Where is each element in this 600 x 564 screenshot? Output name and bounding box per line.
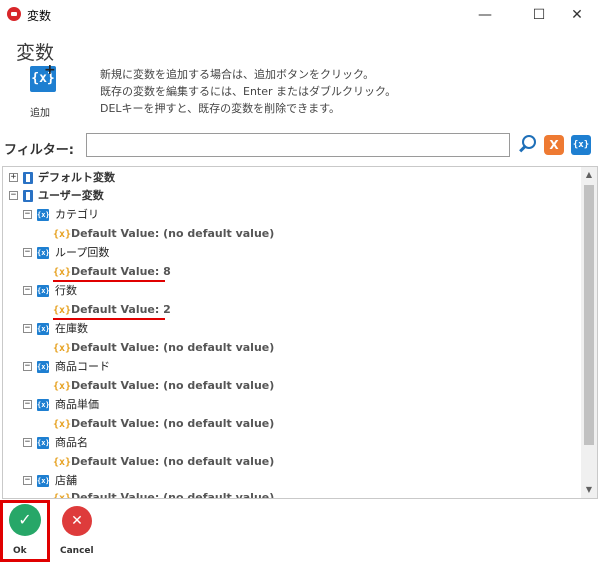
- variable-name: ループ回数: [55, 246, 110, 259]
- collapse-icon[interactable]: −: [23, 438, 32, 447]
- default-value-icon: {x}: [53, 419, 72, 430]
- variable-icon: {x}: [37, 437, 50, 449]
- tree-default-value[interactable]: {x} Default Value: (no default value): [53, 225, 553, 243]
- tree-variable-item[interactable]: − {x} 商品単価: [23, 396, 563, 414]
- variable-filter-icon[interactable]: {x}: [571, 135, 591, 155]
- help-line: DELキーを押すと、既存の変数を削除できます。: [100, 102, 341, 115]
- default-value-text: Default Value: (no default value): [71, 491, 275, 499]
- collapse-icon[interactable]: −: [23, 476, 32, 485]
- variable-name: 行数: [55, 284, 77, 297]
- add-variable-button[interactable]: {x} + 追加: [24, 62, 64, 120]
- variable-icon: {x}: [37, 323, 50, 335]
- minimize-button[interactable]: —: [462, 0, 508, 30]
- tree-variable-item[interactable]: − {x} ループ回数: [23, 244, 563, 262]
- plus-icon: +: [44, 62, 56, 78]
- help-line: 新規に変数を追加する場合は、追加ボタンをクリック。: [100, 68, 375, 81]
- variable-icon: {x}: [37, 399, 50, 411]
- collapse-icon[interactable]: −: [23, 286, 32, 295]
- default-value-icon: {x}: [53, 381, 72, 392]
- close-button[interactable]: ✕: [554, 0, 600, 30]
- variable-name: 商品名: [55, 436, 88, 449]
- tree-default-value[interactable]: {x} Default Value: (no default value): [53, 453, 553, 471]
- tree-group-label: ユーザー変数: [38, 189, 104, 202]
- variable-name: カテゴリ: [55, 208, 99, 221]
- tree-group-default[interactable]: + デフォルト変数: [9, 169, 569, 187]
- clear-filter-icon[interactable]: X: [544, 135, 564, 155]
- default-value-icon: {x}: [53, 493, 72, 499]
- collapse-icon[interactable]: −: [23, 324, 32, 333]
- default-value-text: Default Value: 8: [71, 265, 171, 278]
- tree-default-value[interactable]: {x} Default Value: (no default value): [53, 415, 553, 433]
- tree-variable-item[interactable]: − {x} 在庫数: [23, 320, 563, 338]
- tree-default-value[interactable]: {x} Default Value: (no default value): [53, 377, 553, 395]
- default-value-text: Default Value: (no default value): [71, 379, 275, 392]
- variable-name: 商品コード: [55, 360, 110, 373]
- variable-tree[interactable]: + デフォルト変数 − ユーザー変数 − {x} カテゴリ {x} Defaul…: [2, 166, 598, 499]
- help-line: 既存の変数を編集するには、Enter またはダブルクリック。: [100, 85, 397, 98]
- tree-variable-item[interactable]: − {x} 店舗: [23, 472, 563, 490]
- variable-icon: {x}: [37, 285, 50, 297]
- folder-icon: [23, 172, 33, 184]
- default-value-text: Default Value: (no default value): [71, 417, 275, 430]
- tree-default-value[interactable]: {x} Default Value: (no default value): [53, 339, 553, 357]
- scrollbar-thumb[interactable]: [584, 185, 594, 445]
- ok-label: Ok: [13, 546, 27, 556]
- cancel-button[interactable]: ✕: [62, 506, 92, 536]
- app-icon: [7, 7, 21, 21]
- vertical-scrollbar[interactable]: ▲ ▼: [581, 167, 597, 498]
- filter-input[interactable]: [86, 133, 510, 157]
- collapse-icon[interactable]: −: [23, 210, 32, 219]
- default-value-icon: {x}: [53, 229, 72, 240]
- collapse-icon[interactable]: −: [23, 362, 32, 371]
- add-label: 追加: [30, 108, 50, 119]
- tree-default-value[interactable]: {x} Default Value: (no default value): [53, 489, 553, 499]
- variable-icon: {x}: [37, 209, 50, 221]
- page-title: 変数: [16, 42, 55, 64]
- window-title: 変数: [27, 9, 52, 23]
- collapse-icon[interactable]: −: [9, 191, 18, 200]
- cancel-label: Cancel: [60, 546, 94, 556]
- tree-variable-item[interactable]: − {x} 商品コード: [23, 358, 563, 376]
- title-bar: 変数 — ☐ ✕: [0, 0, 600, 30]
- default-value-text: Default Value: (no default value): [71, 341, 275, 354]
- default-value-text: Default Value: (no default value): [71, 455, 275, 468]
- ok-button[interactable]: ✓: [9, 504, 41, 536]
- variable-name: 在庫数: [55, 322, 88, 335]
- search-icon[interactable]: [518, 134, 538, 156]
- default-value-icon: {x}: [53, 457, 72, 468]
- filter-label: フィルター:: [4, 143, 74, 158]
- tree-default-value[interactable]: {x} Default Value: 8: [53, 263, 553, 281]
- tree-group-label: デフォルト変数: [38, 171, 115, 184]
- default-value-text: Default Value: 2: [71, 303, 171, 316]
- default-value-icon: {x}: [53, 343, 72, 354]
- folder-icon: [23, 190, 33, 202]
- tree-group-user[interactable]: − ユーザー変数: [9, 187, 569, 205]
- expand-icon[interactable]: +: [9, 173, 18, 182]
- collapse-icon[interactable]: −: [23, 400, 32, 409]
- help-text: 新規に変数を追加する場合は、追加ボタンをクリック。 既存の変数を編集するには、E…: [100, 66, 396, 117]
- variable-name: 店舗: [55, 474, 77, 487]
- default-value-text: Default Value: (no default value): [71, 227, 275, 240]
- variable-name: 商品単価: [55, 398, 99, 411]
- tree-variable-item[interactable]: − {x} カテゴリ: [23, 206, 563, 224]
- scroll-up-icon[interactable]: ▲: [581, 167, 597, 183]
- scroll-down-icon[interactable]: ▼: [581, 482, 597, 498]
- collapse-icon[interactable]: −: [23, 248, 32, 257]
- variable-icon: {x}: [37, 475, 50, 487]
- tree-default-value[interactable]: {x} Default Value: 2: [53, 301, 553, 319]
- variable-icon: {x}: [37, 361, 50, 373]
- tree-variable-item[interactable]: − {x} 商品名: [23, 434, 563, 452]
- tree-variable-item[interactable]: − {x} 行数: [23, 282, 563, 300]
- variable-icon: {x}: [37, 247, 50, 259]
